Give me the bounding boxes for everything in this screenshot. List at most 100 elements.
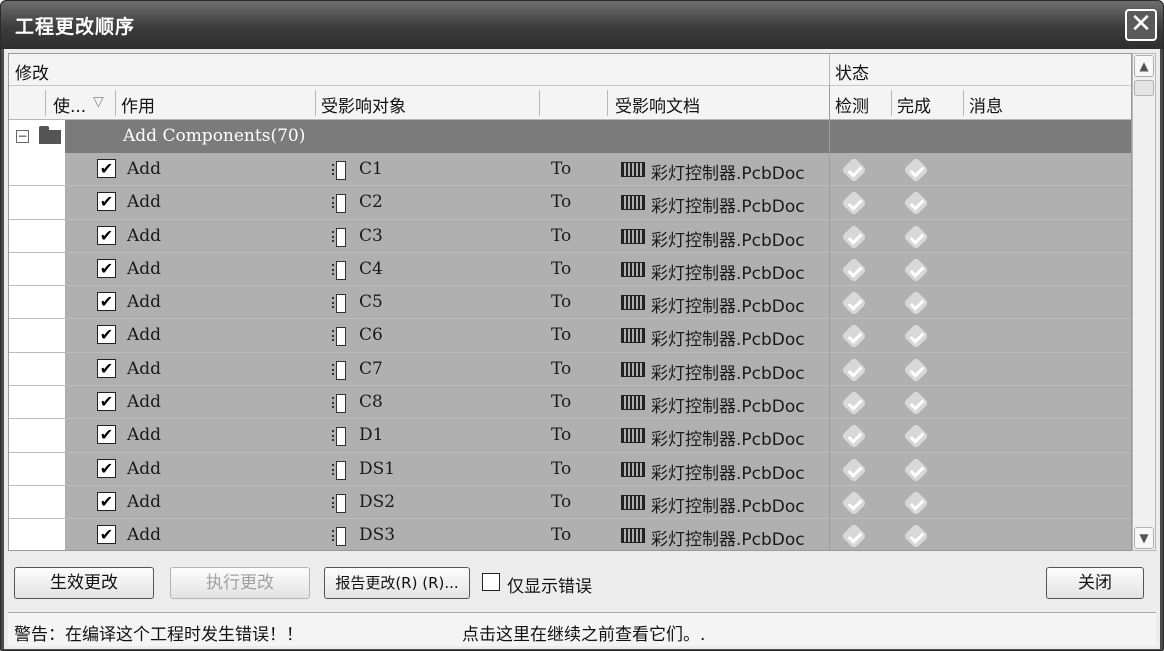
row-affected-object: C1 <box>359 159 383 179</box>
header-enable[interactable]: 使... <box>53 92 86 117</box>
enable-checkbox[interactable]: ✔ <box>97 358 116 378</box>
enable-checkbox[interactable]: ✔ <box>97 159 116 178</box>
table-row[interactable]: ✔ Add C8 To 彩灯控制器.PcbDoc <box>9 386 1131 420</box>
header-separator <box>45 90 46 116</box>
component-icon <box>332 360 346 380</box>
dialog-title: 工程更改顺序 <box>15 16 136 38</box>
header-action[interactable]: 作用 <box>121 92 155 117</box>
only-errors-checkbox[interactable] <box>482 573 500 591</box>
header-group-row: 修改 状态 <box>9 54 1131 86</box>
table-row[interactable]: ✔ Add C1 To 彩灯控制器.PcbDoc <box>9 153 1131 187</box>
done-status-icon <box>903 456 929 483</box>
component-icon <box>332 427 346 447</box>
enable-checkbox[interactable]: ✔ <box>97 292 116 312</box>
close-button[interactable]: 关闭 <box>1046 567 1144 599</box>
header-columns-row: 使... ▽ 作用 受影响对象 受影响文档 检测 完成 消息 <box>9 86 1131 120</box>
close-icon[interactable]: ✕ <box>1125 9 1157 41</box>
done-status-icon <box>903 190 929 217</box>
row-affected-document: 彩灯控制器.PcbDoc <box>651 263 805 284</box>
status-bar: 警告：在编译这个工程时发生错误！！ 点击这里在继续之前查看它们。. <box>8 612 1156 646</box>
row-to: To <box>551 425 572 446</box>
enable-checkbox[interactable]: ✔ <box>97 192 116 212</box>
table-row[interactable]: ✔ Add C4 To 彩灯控制器.PcbDoc <box>9 252 1131 287</box>
check-status-icon <box>841 257 867 283</box>
row-to: To <box>551 292 572 313</box>
row-action: Add <box>127 425 162 446</box>
pcb-document-icon <box>621 395 645 411</box>
component-icon <box>332 493 346 513</box>
done-status-icon <box>903 290 929 316</box>
changes-grid: 修改 状态 使... ▽ 作用 受影响对象 受影响文档 检测 完成 消息 − A… <box>8 53 1132 551</box>
report-changes-button[interactable]: 报告更改(R) (R)... <box>324 567 470 599</box>
table-row[interactable]: ✔ Add DS1 To 彩灯控制器.PcbDoc <box>9 452 1131 486</box>
header-message[interactable]: 消息 <box>969 92 1003 117</box>
execute-changes-button[interactable]: 执行更改 <box>170 567 310 599</box>
header-affected-document[interactable]: 受影响文档 <box>615 92 700 117</box>
row-affected-document: 彩灯控制器.PcbDoc <box>651 463 805 484</box>
collapse-icon[interactable]: − <box>16 130 29 143</box>
enable-checkbox[interactable]: ✔ <box>97 258 116 278</box>
row-affected-object: C2 <box>359 192 383 213</box>
change-rows: ✔ Add C1 To 彩灯控制器.PcbDoc ✔ Add C2 To 彩灯控… <box>9 153 1131 551</box>
header-check[interactable]: 检测 <box>835 92 869 117</box>
eco-dialog: 工程更改顺序 ✕ 修改 状态 使... ▽ 作用 受影响对象 受影响文档 检测 … <box>0 0 1164 651</box>
done-status-icon <box>903 523 929 549</box>
header-status: 状态 <box>835 64 869 84</box>
enable-checkbox[interactable]: ✔ <box>97 392 116 412</box>
validate-changes-button[interactable]: 生效更改 <box>14 567 154 599</box>
header-done[interactable]: 完成 <box>897 92 931 117</box>
table-row[interactable]: ✔ Add C6 To 彩灯控制器.PcbDoc <box>9 319 1131 353</box>
pcb-document-icon <box>621 261 645 277</box>
header-separator <box>607 90 608 116</box>
component-icon <box>332 327 346 347</box>
row-gutter <box>9 519 65 550</box>
table-row[interactable]: ✔ Add C5 To 彩灯控制器.PcbDoc <box>9 286 1131 320</box>
table-row[interactable]: ✔ Add C7 To 彩灯控制器.PcbDoc <box>9 352 1131 387</box>
table-row[interactable]: ✔ Add C2 To 彩灯控制器.PcbDoc <box>9 186 1131 220</box>
group-row-add-components[interactable]: − Add Components(70) <box>9 120 1131 153</box>
only-errors-label[interactable]: 仅显示错误 <box>507 572 592 597</box>
header-affected-object[interactable]: 受影响对象 <box>321 92 406 117</box>
enable-checkbox[interactable]: ✔ <box>97 525 116 545</box>
enable-checkbox[interactable]: ✔ <box>97 225 116 245</box>
row-gutter <box>9 452 65 485</box>
component-icon <box>332 260 346 280</box>
done-status-icon <box>903 423 929 450</box>
scroll-down-icon[interactable]: ▼ <box>1134 527 1154 549</box>
table-row[interactable]: ✔ Add D1 To 彩灯控制器.PcbDoc <box>9 419 1131 453</box>
sort-arrow-icon[interactable]: ▽ <box>93 94 104 110</box>
scroll-up-icon[interactable]: ▲ <box>1134 55 1154 77</box>
table-row[interactable]: ✔ Add DS3 To 彩灯控制器.PcbDoc <box>9 519 1131 551</box>
scroll-thumb[interactable] <box>1134 80 1154 96</box>
enable-checkbox[interactable]: ✔ <box>97 325 116 345</box>
row-to: To <box>551 225 572 246</box>
row-affected-object: C4 <box>359 258 383 279</box>
pcb-document-icon <box>621 295 645 311</box>
enable-checkbox[interactable]: ✔ <box>97 425 116 445</box>
enable-checkbox[interactable]: ✔ <box>97 458 116 478</box>
view-errors-link[interactable]: 点击这里在继续之前查看它们。. <box>462 620 705 645</box>
row-to: To <box>551 192 572 213</box>
row-action: Add <box>127 292 162 313</box>
table-row[interactable]: ✔ Add C3 To 彩灯控制器.PcbDoc <box>9 219 1131 253</box>
check-status-icon <box>841 523 867 549</box>
row-gutter <box>9 153 65 186</box>
row-action: Add <box>127 258 162 279</box>
row-action: Add <box>127 392 162 413</box>
header-separator <box>891 90 892 116</box>
row-affected-object: C8 <box>359 392 383 413</box>
table-row[interactable]: ✔ Add DS2 To 彩灯控制器.PcbDoc <box>9 485 1131 520</box>
title-bar[interactable]: 工程更改顺序 ✕ <box>1 1 1163 49</box>
row-affected-document: 彩灯控制器.PcbDoc <box>651 530 805 551</box>
pcb-document-icon <box>621 328 645 344</box>
row-gutter <box>9 219 65 252</box>
row-action: Add <box>127 159 162 179</box>
check-status-icon <box>841 290 867 316</box>
enable-checkbox[interactable]: ✔ <box>97 491 116 511</box>
row-gutter <box>9 352 65 386</box>
dialog-client: 修改 状态 使... ▽ 作用 受影响对象 受影响文档 检测 完成 消息 − A… <box>4 49 1160 649</box>
component-icon <box>332 227 346 247</box>
vertical-scrollbar[interactable]: ▲ ▼ <box>1132 53 1156 551</box>
row-affected-object: C6 <box>359 325 383 346</box>
row-action: Add <box>127 458 162 479</box>
